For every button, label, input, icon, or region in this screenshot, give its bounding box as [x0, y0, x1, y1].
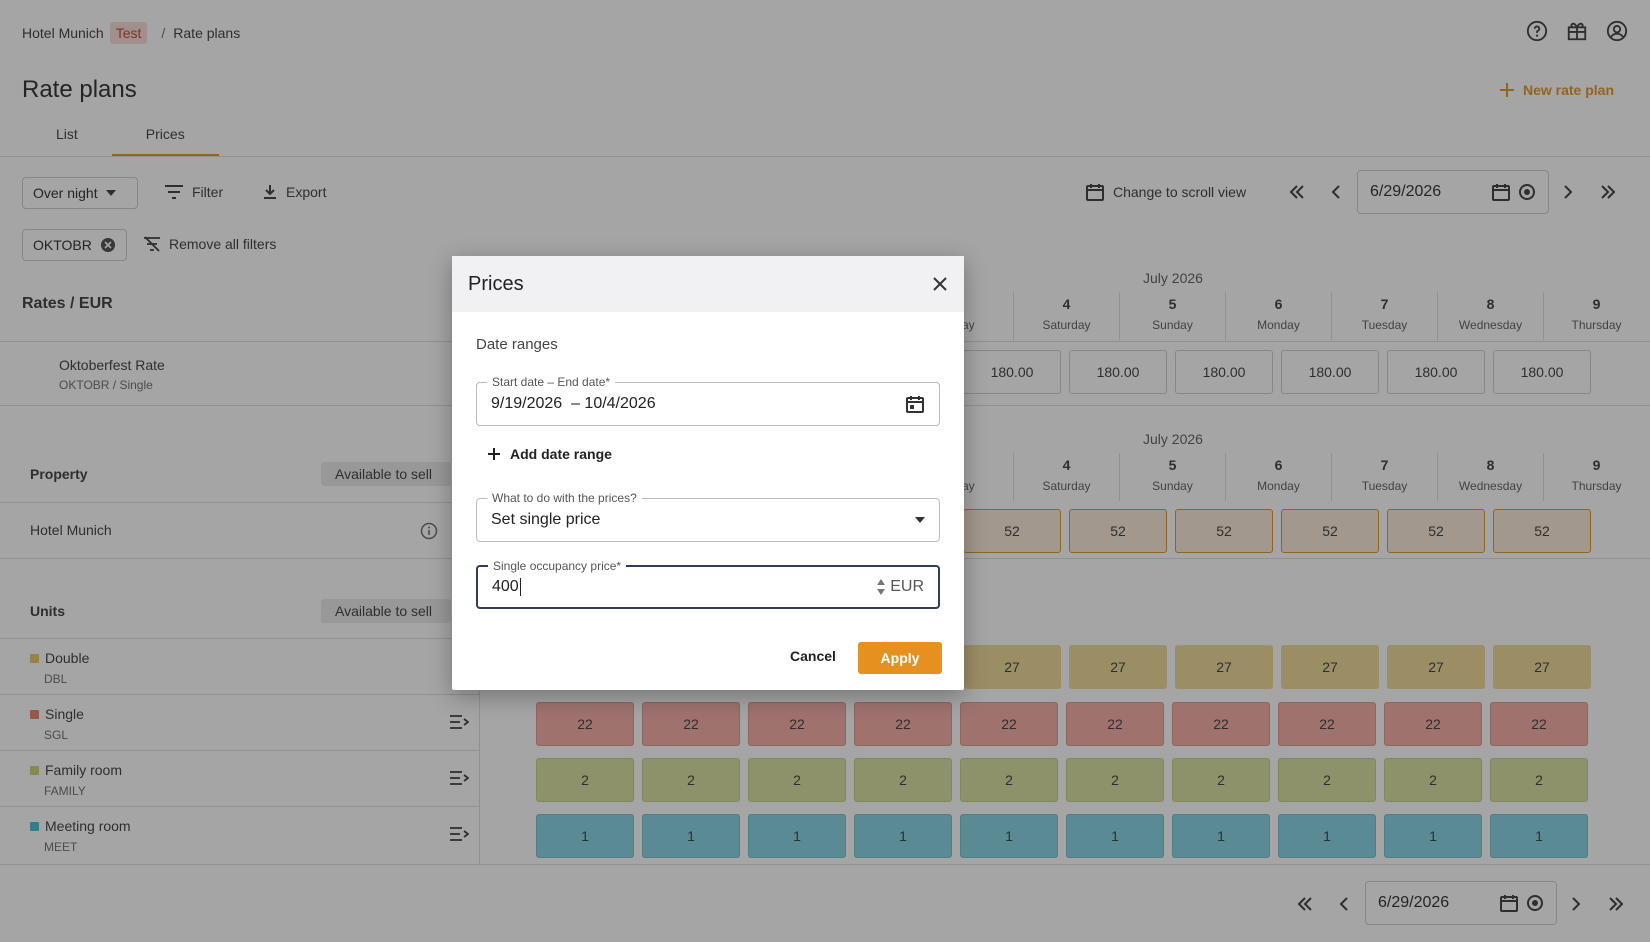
plus-icon [488, 448, 500, 460]
cancel-button[interactable]: Cancel [782, 642, 844, 670]
prices-dialog: Prices Date ranges Start date – End date… [452, 256, 964, 690]
dialog-header: Prices [452, 256, 964, 312]
date-range-input[interactable]: Start date – End date* 9/19/2026 – 10/4/… [476, 375, 940, 426]
add-date-range-button[interactable]: Add date range [488, 446, 612, 462]
price-action-select[interactable]: What to do with the prices? Set single p… [476, 491, 940, 542]
calendar-icon[interactable] [905, 394, 925, 414]
dropdown-arrow-icon [915, 517, 925, 523]
date-range-value: 9/19/2026 – 10/4/2026 [491, 395, 656, 412]
close-icon[interactable] [932, 276, 948, 292]
currency-label: EUR [890, 578, 924, 595]
date-range-label: Start date – End date* [487, 375, 616, 389]
date-ranges-heading: Date ranges [476, 336, 558, 353]
apply-button[interactable]: Apply [858, 642, 942, 674]
dialog-title: Prices [468, 272, 524, 295]
price-action-value: Set single price [491, 511, 601, 528]
text-cursor [519, 577, 521, 596]
price-label: Single occupancy price* [488, 559, 627, 573]
price-action-label: What to do with the prices? [487, 491, 642, 505]
stepper-icon[interactable] [876, 576, 886, 598]
price-value: 400 [492, 578, 519, 596]
add-date-range-label: Add date range [510, 446, 612, 462]
single-occupancy-price-input[interactable]: Single occupancy price* 400 EUR [476, 559, 940, 609]
